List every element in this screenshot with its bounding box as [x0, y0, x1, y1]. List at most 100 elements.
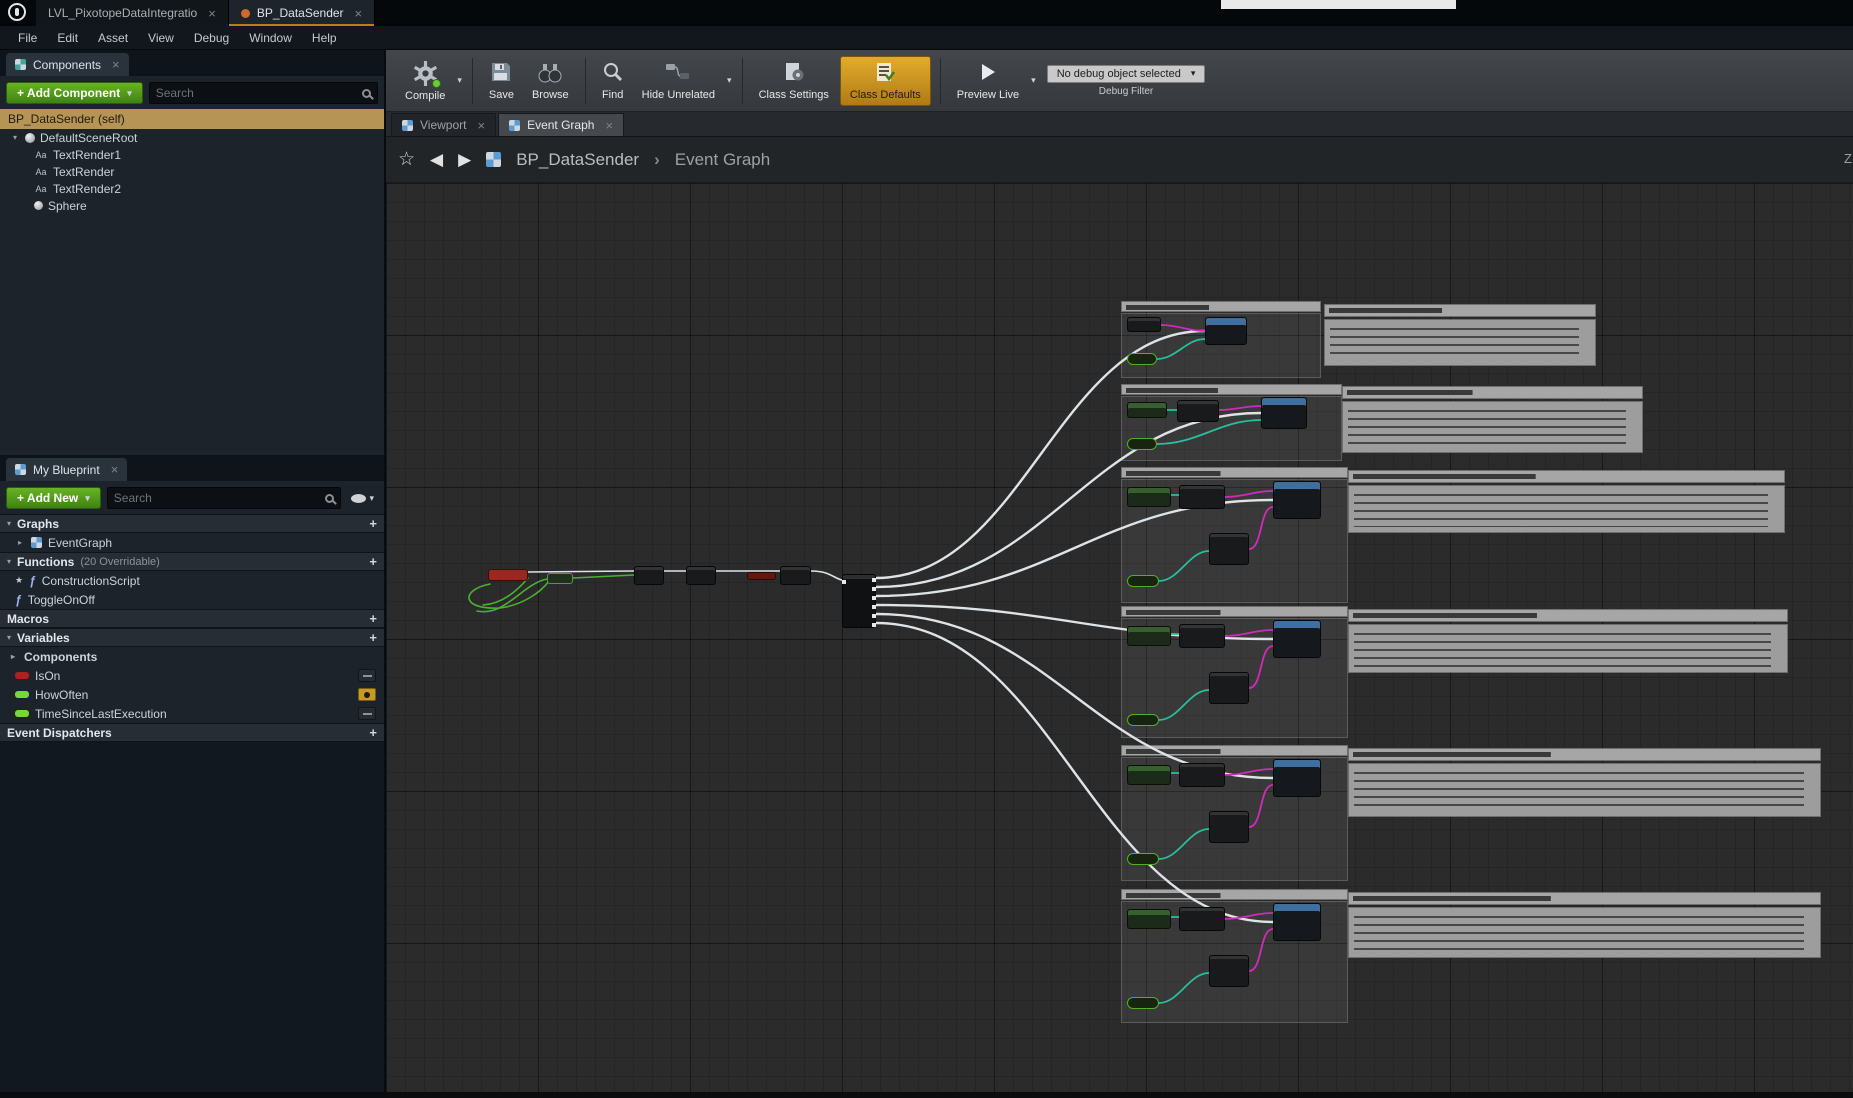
breadcrumb-root[interactable]: BP_DataSender: [516, 150, 639, 170]
chevron-down-icon[interactable]: ▾: [1028, 75, 1039, 86]
add-macro-button[interactable]: +: [369, 611, 377, 626]
close-icon[interactable]: ×: [112, 57, 120, 72]
menu-item-window[interactable]: Window: [239, 31, 302, 45]
menu-item-file[interactable]: File: [8, 31, 47, 45]
menu-item-help[interactable]: Help: [302, 31, 347, 45]
graph-node-dark[interactable]: [780, 566, 811, 585]
graph-node-dark[interactable]: [1209, 955, 1249, 987]
macros-section-header[interactable]: Macros +: [0, 609, 384, 628]
graph-node-greenish[interactable]: [547, 573, 573, 584]
expand-arrow-icon[interactable]: ▸: [15, 538, 25, 547]
menu-item-debug[interactable]: Debug: [184, 31, 239, 45]
graph-node-green[interactable]: [1127, 909, 1171, 929]
variable-row[interactable]: HowOften: [0, 685, 384, 704]
exec-pin[interactable]: [872, 614, 876, 618]
components-search-box[interactable]: [149, 82, 378, 104]
menu-item-edit[interactable]: Edit: [47, 31, 88, 45]
graph-node-blue[interactable]: [1261, 397, 1307, 429]
expand-arrow-icon[interactable]: ▾: [10, 133, 20, 142]
graph-node-blue[interactable]: [1273, 620, 1321, 658]
graph-node-dark[interactable]: [1179, 624, 1225, 648]
find-button[interactable]: Find: [593, 57, 633, 105]
forward-arrow-icon[interactable]: ▶: [458, 150, 471, 170]
graph-node-green[interactable]: [1127, 402, 1167, 418]
close-icon[interactable]: ×: [208, 6, 216, 21]
variables-section-header[interactable]: ▾ Variables +: [0, 628, 384, 647]
close-icon[interactable]: ×: [477, 118, 485, 133]
graph-node-pill[interactable]: [1127, 575, 1159, 587]
tree-row[interactable]: ▾ DefaultSceneRoot: [0, 129, 384, 146]
debug-object-dropdown[interactable]: No debug object selected ▾: [1047, 65, 1206, 83]
graph-node-blue[interactable]: [1273, 481, 1321, 519]
graph-node-pill[interactable]: [1127, 997, 1159, 1009]
save-button[interactable]: Save: [480, 57, 523, 105]
eventgraph-row[interactable]: ▸ EventGraph: [0, 533, 384, 552]
class-settings-button[interactable]: Class Settings: [750, 57, 838, 105]
add-new-button[interactable]: + Add New ▾: [6, 487, 101, 509]
components-variable-group[interactable]: ▸ Components: [0, 647, 384, 666]
exec-pin[interactable]: [842, 580, 846, 584]
graph-node-green[interactable]: [1127, 487, 1171, 507]
myblueprint-search-box[interactable]: [107, 487, 342, 509]
myblueprint-search-input[interactable]: [114, 491, 326, 505]
graph-node-dark[interactable]: [1209, 533, 1249, 565]
graph-node-pill[interactable]: [1127, 438, 1157, 450]
event-graph-canvas[interactable]: [386, 183, 1853, 1092]
graph-node-pill[interactable]: [1127, 853, 1159, 865]
tree-row[interactable]: Sphere: [0, 197, 384, 214]
compile-button[interactable]: Compile: [396, 56, 454, 106]
add-event-dispatcher-button[interactable]: +: [369, 725, 377, 740]
collapse-arrow-icon[interactable]: ▾: [7, 633, 11, 642]
close-icon[interactable]: ×: [355, 6, 363, 21]
graph-node-dark[interactable]: [1179, 763, 1225, 787]
components-panel-tab[interactable]: Components ×: [6, 53, 129, 76]
close-icon[interactable]: ×: [605, 118, 613, 133]
chevron-down-icon[interactable]: ▾: [454, 75, 465, 86]
add-variable-button[interactable]: +: [369, 630, 377, 645]
exec-pin[interactable]: [872, 623, 876, 627]
viewport-tab[interactable]: Viewport ×: [391, 113, 496, 136]
chevron-down-icon[interactable]: ▾: [724, 75, 735, 86]
menu-item-view[interactable]: View: [138, 31, 184, 45]
variable-row[interactable]: IsOn: [0, 666, 384, 685]
event-graph-tab[interactable]: Event Graph ×: [498, 113, 624, 136]
graph-node-green[interactable]: [1127, 765, 1171, 785]
favorite-star-icon[interactable]: ☆: [398, 148, 415, 171]
graph-node-dark[interactable]: [686, 566, 716, 585]
graph-node-dark[interactable]: [1179, 485, 1225, 509]
add-component-button[interactable]: + Add Component ▾: [6, 82, 143, 104]
back-arrow-icon[interactable]: ◀: [430, 150, 443, 170]
function-row-constructionscript[interactable]: ★ ƒ ConstructionScript: [0, 571, 384, 590]
exec-pin[interactable]: [872, 596, 876, 600]
components-self-row[interactable]: BP_DataSender (self): [0, 109, 384, 129]
graphs-section-header[interactable]: ▾ Graphs +: [0, 514, 384, 533]
graph-node-blue[interactable]: [1273, 903, 1321, 941]
hide-unrelated-button[interactable]: Hide Unrelated: [633, 57, 724, 105]
exec-pin[interactable]: [872, 605, 876, 609]
close-icon[interactable]: ×: [111, 462, 119, 477]
variable-row[interactable]: TimeSinceLastExecution: [0, 704, 384, 723]
tab-level-asset[interactable]: LVL_PixotopeDataIntegratio ×: [36, 0, 229, 26]
functions-section-header[interactable]: ▾ Functions (20 Overridable) +: [0, 552, 384, 571]
function-row-toggleonoff[interactable]: ƒ ToggleOnOff: [0, 590, 384, 609]
browse-button[interactable]: Browse: [523, 57, 578, 105]
graph-node-blue[interactable]: [1205, 317, 1247, 345]
graph-node-dark[interactable]: [1209, 811, 1249, 843]
visibility-filter-button[interactable]: ▾: [347, 493, 378, 504]
exec-pin[interactable]: [872, 587, 876, 591]
eye-icon[interactable]: [358, 669, 376, 682]
graph-node-dark[interactable]: [1179, 907, 1225, 931]
event-dispatchers-section-header[interactable]: Event Dispatchers +: [0, 723, 384, 742]
graph-node-pill[interactable]: [1127, 353, 1157, 365]
exec-pin[interactable]: [872, 578, 876, 582]
eye-icon[interactable]: [358, 707, 376, 720]
sequence-node[interactable]: [842, 574, 876, 628]
tree-row[interactable]: Aa TextRender2: [0, 180, 384, 197]
preview-live-button[interactable]: Preview Live: [948, 57, 1028, 105]
graph-node-dark[interactable]: [634, 566, 664, 585]
tab-bp-datasender[interactable]: BP_DataSender ×: [229, 0, 375, 26]
expand-arrow-icon[interactable]: ▸: [8, 652, 18, 661]
collapse-arrow-icon[interactable]: ▾: [7, 557, 11, 566]
add-function-button[interactable]: +: [369, 554, 377, 569]
tree-row[interactable]: Aa TextRender1: [0, 146, 384, 163]
